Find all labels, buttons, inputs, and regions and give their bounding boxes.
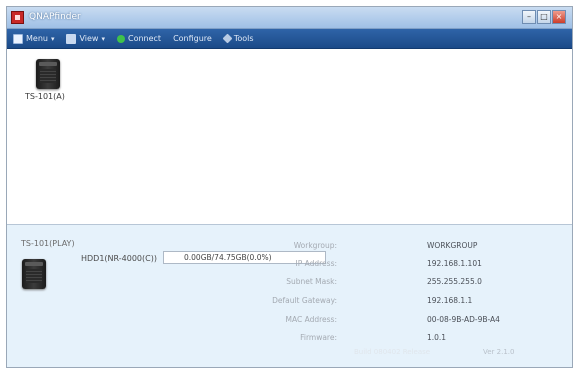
build-info: Build 080402 Release <box>354 348 431 356</box>
chevron-down-icon: ▾ <box>101 34 105 43</box>
toolbar-connect-label: Connect <box>127 34 162 43</box>
toolbar-menu[interactable]: Menu ▾ <box>13 33 55 44</box>
power-on-icon <box>116 34 125 43</box>
details-device-name: TS-101(PLAY) <box>21 239 75 248</box>
toolbar-tools[interactable]: Tools <box>222 33 254 44</box>
info-label: Firmware: <box>300 333 337 342</box>
toolbar-tools-label: Tools <box>233 34 254 43</box>
window-controls: – □ × <box>521 10 566 24</box>
toolbar-connect[interactable]: Connect <box>116 34 162 43</box>
info-label: Subnet Mask: <box>286 277 337 286</box>
app-window: QNAPfinder – □ × Menu ▾ View ▾ Connect C… <box>6 6 573 368</box>
toolbar-configure[interactable]: Configure <box>173 34 212 43</box>
toolbar-view-label: View <box>79 34 99 43</box>
info-label: Workgroup: <box>293 241 337 250</box>
toolbar-menu-label: Menu <box>26 34 48 43</box>
window-title: QNAPfinder <box>29 12 81 22</box>
info-label: Default Gateway: <box>272 296 337 305</box>
chevron-down-icon: ▾ <box>50 34 55 43</box>
minimize-button[interactable]: – <box>522 10 536 24</box>
wrench-icon <box>222 33 233 44</box>
toolbar-view[interactable]: View ▾ <box>66 33 105 44</box>
toolbar: Menu ▾ View ▾ Connect Configure Tools <box>7 29 572 49</box>
device-list-pane: TS-101(A) <box>7 49 572 225</box>
version-info: Ver 2.1.0 <box>483 348 515 356</box>
device-details-pane: TS-101(PLAY) HDD1(NR-4000(C)) 0.00GB/74.… <box>7 225 572 367</box>
close-button[interactable]: × <box>552 10 566 24</box>
title-bar: QNAPfinder – □ × <box>7 7 572 29</box>
info-value: 192.168.1.1 <box>427 296 473 305</box>
info-value: 1.0.1 <box>427 333 447 342</box>
hdd-label: HDD1(NR-4000(C)) <box>81 254 157 263</box>
info-label: MAC Address: <box>285 315 338 324</box>
app-logo-icon <box>11 11 24 24</box>
nas-server-icon[interactable] <box>36 59 60 89</box>
info-value: 00-08-9B-AD-9B-A4 <box>427 315 500 324</box>
device-name-label[interactable]: TS-101(A) <box>25 92 65 101</box>
nas-server-icon <box>22 259 46 289</box>
info-value: 192.168.1.101 <box>427 259 482 268</box>
info-value: 255.255.255.0 <box>427 277 482 286</box>
toolbar-configure-label: Configure <box>173 34 212 43</box>
info-label: IP Address: <box>295 259 337 268</box>
list-icon <box>66 33 77 44</box>
maximize-button[interactable]: □ <box>537 10 551 24</box>
info-value: WORKGROUP <box>427 241 478 250</box>
document-icon <box>13 33 23 44</box>
